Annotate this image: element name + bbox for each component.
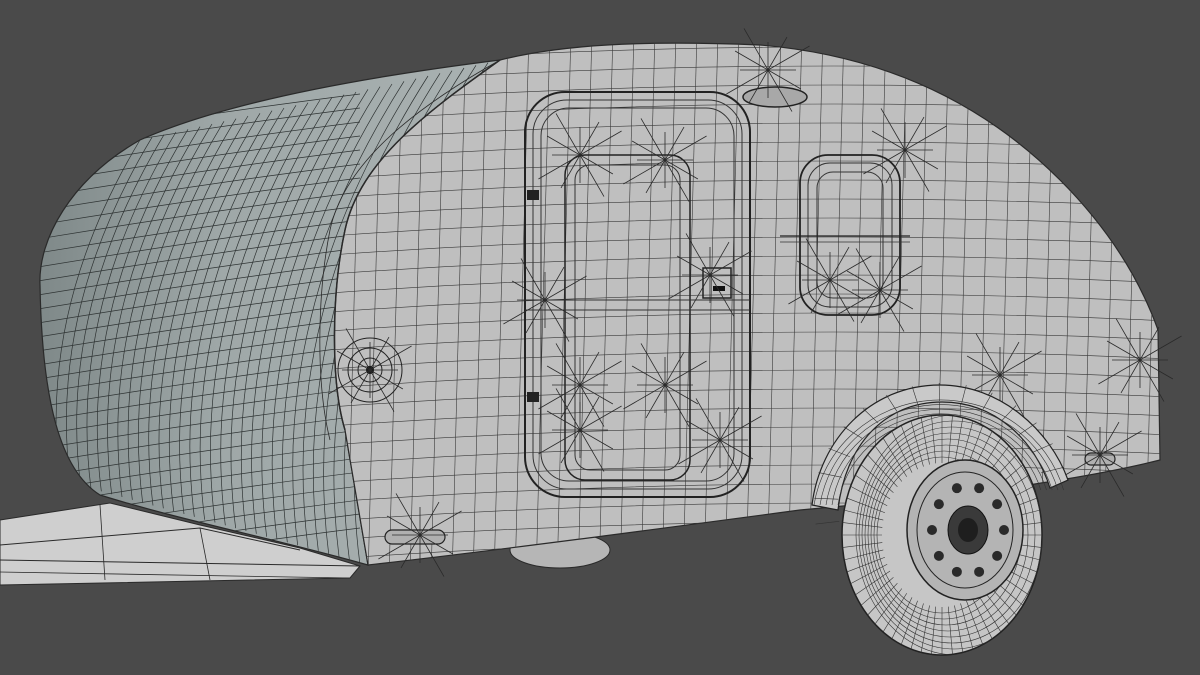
- lug-nut: [951, 483, 962, 494]
- lug-nut: [933, 550, 944, 561]
- 3d-viewport[interactable]: [0, 0, 1200, 675]
- lug-nut: [999, 525, 1009, 535]
- lug-nut: [974, 566, 985, 577]
- lug-nut: [992, 499, 1003, 510]
- lug-nut: [974, 483, 985, 494]
- lug-nut: [927, 525, 937, 535]
- lug-nut: [951, 566, 962, 577]
- lug-nut: [933, 499, 944, 510]
- trailer-wireframe-render: [0, 0, 1200, 675]
- lug-nut: [992, 550, 1003, 561]
